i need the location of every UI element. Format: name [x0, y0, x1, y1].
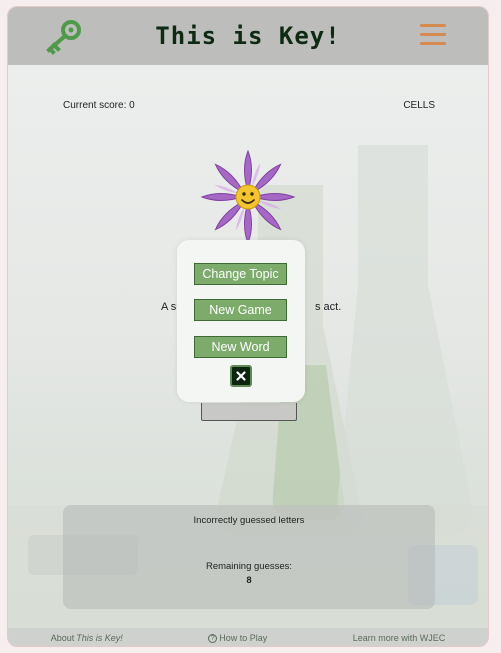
incorrect-letters-label: Incorrectly guessed letters	[193, 515, 305, 526]
hint-text-end: s act.	[315, 301, 342, 313]
guesses-panel: Incorrectly guessed letters Remaining gu…	[63, 505, 435, 609]
change-topic-button[interactable]: Change Topic	[194, 263, 287, 285]
key-icon[interactable]	[44, 19, 84, 55]
remaining-guesses-label: Remaining guesses:	[205, 561, 293, 572]
about-prefix: About	[50, 633, 75, 643]
how-to-play-link[interactable]: ? How to Play	[208, 633, 267, 643]
new-game-button[interactable]: New Game	[194, 299, 287, 321]
remaining-guesses-count: 8	[246, 575, 252, 586]
close-modal-button[interactable]	[230, 365, 252, 387]
current-score: Current score: 0	[63, 100, 135, 111]
learn-more-link[interactable]: Learn more with WJEC	[353, 633, 446, 643]
options-modal: Change Topic New Game New Word	[177, 240, 305, 402]
smiley-flower-icon	[200, 149, 296, 245]
close-icon	[236, 371, 246, 381]
how-to-play-label: How to Play	[219, 633, 268, 643]
hamburger-menu-icon[interactable]	[420, 24, 446, 46]
question-icon: ?	[208, 633, 218, 643]
new-word-button[interactable]: New Word	[194, 336, 287, 358]
topic-label: CELLS	[403, 100, 435, 111]
about-app-name: This is Key!	[76, 633, 123, 643]
footer: About This is Key! ? How to Play Learn m…	[8, 628, 488, 646]
top-bar: This is Key!	[8, 7, 488, 65]
about-link[interactable]: About This is Key!	[51, 633, 123, 643]
app-title: This is Key!	[155, 22, 341, 50]
obscured-button	[201, 403, 297, 421]
